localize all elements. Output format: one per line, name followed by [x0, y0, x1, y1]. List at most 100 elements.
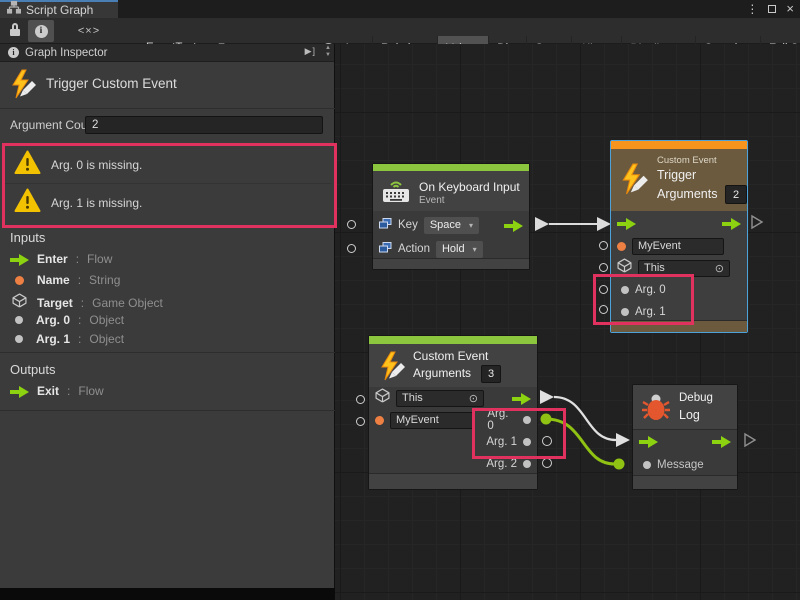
- bottom-edge: [0, 588, 335, 600]
- bug-icon: [641, 393, 671, 426]
- io-row: Enter : Flow: [10, 252, 112, 266]
- message-label: Message: [657, 459, 704, 471]
- info-icon: i: [8, 47, 19, 58]
- cube-icon: [12, 293, 27, 313]
- port-trigger-name-in[interactable]: [599, 241, 608, 250]
- event-name-row: MyEvent: [611, 235, 747, 257]
- key-dropdown[interactable]: Space ▾: [424, 217, 479, 234]
- lock-button[interactable]: [4, 20, 24, 42]
- inspector-title: Trigger Custom Event: [46, 76, 177, 91]
- node-footer: [633, 475, 737, 489]
- chevron-down-icon: ▾: [469, 221, 473, 230]
- io-row: Target : Game Object: [10, 293, 163, 313]
- bolt-pencil-icon: [618, 163, 650, 200]
- node-debug-log[interactable]: Debug Log Message: [632, 384, 738, 490]
- node-subtitle: Event: [419, 195, 445, 206]
- graph-toolbar: i <×> EventTest Zoom 1x Relations Values…: [0, 18, 800, 44]
- node-header: On Keyboard Input Event: [373, 171, 529, 211]
- kebab-menu-icon[interactable]: ⋮: [746, 0, 758, 18]
- arguments-label: Arguments: [413, 366, 471, 380]
- enum-icon: [379, 216, 392, 234]
- port-keyboard-action-in[interactable]: [347, 244, 356, 253]
- port-keyboard-key-in[interactable]: [347, 220, 356, 229]
- target-picker-icon[interactable]: ⊙: [469, 392, 478, 405]
- window-controls: ⋮ ×: [746, 0, 794, 18]
- code-view-button[interactable]: <×>: [64, 20, 114, 42]
- close-icon[interactable]: ×: [786, 0, 794, 18]
- chevron-down-icon: ▾: [473, 245, 477, 254]
- spinner-up-icon[interactable]: ▲: [325, 45, 331, 52]
- arguments-count-field[interactable]: 2: [725, 185, 747, 204]
- argument-count-input[interactable]: 2: [85, 116, 323, 134]
- node-header: Custom Event Trigger Arguments 2: [611, 149, 747, 211]
- inspector-header-label: Graph Inspector: [25, 47, 107, 59]
- cube-icon: [375, 388, 390, 408]
- target-field[interactable]: This ⊙: [396, 390, 484, 407]
- event-name-field[interactable]: MyEvent: [390, 412, 475, 429]
- action-label: Action: [398, 243, 430, 255]
- flow-row: [633, 429, 737, 453]
- port-receiver-target-in[interactable]: [356, 395, 365, 404]
- flow-arrow-icon: [10, 385, 29, 397]
- flow-in-arrow-icon[interactable]: [639, 435, 658, 447]
- graph-inspector-panel: i Graph Inspector ▶] ▲ ▼ Trigger Custom …: [0, 44, 335, 588]
- action-dropdown[interactable]: Hold ▾: [436, 241, 483, 258]
- info-icon: i: [35, 25, 48, 38]
- outputs-header: Outputs: [10, 362, 56, 377]
- string-dot-icon: [15, 276, 24, 285]
- string-port-dot-icon[interactable]: [375, 416, 384, 425]
- annotation-box-receiver-args: [472, 408, 566, 459]
- flow-in-arrow-icon[interactable]: [617, 217, 636, 229]
- event-name-field[interactable]: MyEvent: [632, 238, 724, 255]
- bolt-pencil-icon: [377, 351, 407, 386]
- code-icon: <×>: [78, 25, 100, 37]
- node-footer: [373, 258, 529, 269]
- flow-out-arrow-icon[interactable]: [512, 392, 531, 404]
- bolt-pencil-icon: [8, 68, 38, 105]
- node-header: Custom Event Arguments 3: [369, 344, 537, 387]
- port-trigger-target-in[interactable]: [599, 263, 608, 272]
- node-color-bar: [611, 141, 747, 149]
- inspector-toggle-button[interactable]: i: [28, 20, 54, 42]
- maximize-icon[interactable]: [768, 5, 776, 13]
- flow-out-arrow-icon[interactable]: [504, 219, 523, 231]
- target-row: This ⊙: [369, 387, 537, 409]
- node-title: Debug: [679, 392, 713, 404]
- spinner-control[interactable]: ▲ ▼: [325, 45, 331, 59]
- io-row: Exit : Flow: [10, 384, 104, 398]
- string-port-dot-icon[interactable]: [617, 242, 626, 251]
- object-dot-icon: [15, 335, 23, 343]
- target-picker-icon[interactable]: ⊙: [715, 262, 724, 275]
- port-receiver-name-in[interactable]: [356, 417, 365, 426]
- annotation-box-trigger-args: [593, 274, 694, 325]
- tab-title: Script Graph: [26, 3, 93, 17]
- tab-script-graph[interactable]: Script Graph: [0, 0, 118, 18]
- flow-row: [611, 211, 747, 235]
- keyboard-icon: [381, 177, 411, 209]
- inspector-header[interactable]: i Graph Inspector ▶] ▲ ▼: [0, 44, 334, 62]
- flow-arrow-icon: [10, 253, 29, 265]
- enum-icon: [379, 240, 392, 258]
- script-graph-window: Script Graph ⋮ × i <×> EventTest Zoom 1x…: [0, 0, 800, 600]
- arguments-label: Arguments: [657, 187, 717, 201]
- port-receiver-arg2-out[interactable]: [542, 458, 552, 468]
- spinner-down-icon[interactable]: ▼: [325, 52, 331, 59]
- node-footer: [369, 473, 537, 489]
- node-subtitle: Log: [679, 408, 700, 422]
- io-row: Arg. 1 : Object: [10, 332, 124, 346]
- object-dot-icon: [15, 316, 23, 324]
- node-title: Custom Event: [413, 349, 488, 363]
- key-label: Key: [398, 219, 418, 231]
- dock-icon[interactable]: ▶]: [305, 46, 316, 57]
- object-port-dot-icon[interactable]: [643, 461, 651, 469]
- inputs-header: Inputs: [10, 230, 45, 245]
- arguments-count-field[interactable]: 3: [481, 365, 501, 383]
- node-on-keyboard-input[interactable]: On Keyboard Input Event Key Space ▾ Acti…: [372, 163, 530, 270]
- node-category: Custom Event: [657, 155, 717, 166]
- object-port-dot-icon[interactable]: [523, 460, 531, 468]
- tab-bar: Script Graph ⋮ ×: [0, 0, 800, 18]
- node-title: Trigger: [657, 168, 696, 182]
- key-row: Key Space ▾: [373, 213, 529, 237]
- flow-out-arrow-icon[interactable]: [712, 435, 731, 447]
- flow-out-arrow-icon[interactable]: [722, 217, 741, 229]
